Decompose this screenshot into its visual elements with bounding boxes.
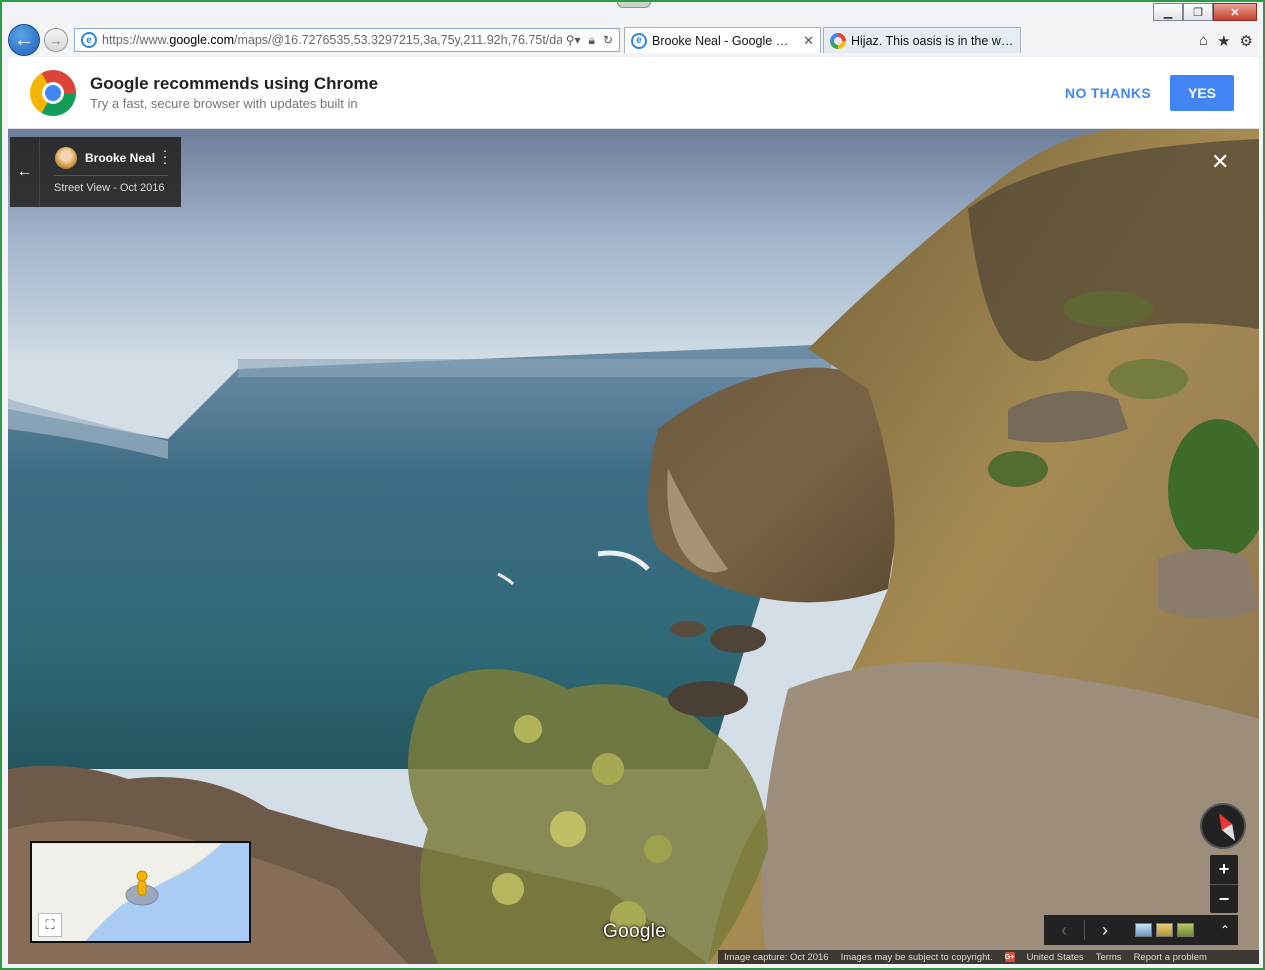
photo-strip: ‹ › ⌃ [1044, 915, 1238, 945]
tab-close-icon[interactable]: ✕ [797, 33, 814, 49]
toolbar-icons: ⌂ ★ ⚙ [1199, 32, 1253, 50]
refresh-icon[interactable]: ↻ [603, 33, 613, 48]
image-capture-date: Image capture: Oct 2016 [724, 951, 829, 963]
fullscreen-icon[interactable]: ⛶ [38, 913, 62, 937]
minimap[interactable]: ⛶ [30, 841, 251, 943]
promo-title: Google recommends using Chrome [90, 74, 379, 93]
ie-tab-icon: e [631, 32, 647, 49]
minimize-button[interactable]: ▁ [1153, 3, 1183, 21]
compass-icon[interactable] [1200, 803, 1246, 849]
url-domain: google.com [169, 33, 235, 47]
panel-divider [54, 175, 168, 176]
report-problem-link[interactable]: Report a problem [1134, 952, 1207, 963]
region-link[interactable]: United States [1027, 952, 1084, 963]
photo-thumbnail[interactable] [1156, 923, 1173, 937]
more-vert-icon[interactable]: · · · [160, 143, 170, 169]
close-window-button[interactable]: ✕ [1213, 3, 1257, 21]
forward-button[interactable]: → [44, 28, 68, 52]
photo-thumbnail[interactable] [1177, 923, 1194, 937]
back-arrow-icon: ← [16, 163, 33, 180]
street-view-date: Street View - Oct 2016 [54, 182, 165, 194]
forward-arrow-icon: → [49, 32, 63, 48]
url-text[interactable]: https://www.google.com/maps/@16.7276535,… [102, 33, 562, 47]
window-notch [617, 2, 651, 8]
yes-button[interactable]: YES [1170, 75, 1234, 111]
maximize-button[interactable]: ❐ [1183, 3, 1213, 21]
google-tab-icon [830, 32, 846, 49]
terms-link[interactable]: Terms [1096, 952, 1122, 963]
address-bar[interactable]: e https://www.google.com/maps/@16.727653… [74, 28, 620, 52]
google-logo: Google [603, 921, 667, 942]
gear-icon[interactable]: ⚙ [1240, 32, 1253, 50]
expand-up-icon[interactable]: ⌃ [1220, 923, 1230, 937]
tab-hijaz[interactable]: Hijaz. This oasis is in the wadi ... [823, 27, 1021, 53]
ie-page-icon: e [81, 32, 97, 48]
close-icon[interactable]: ✕ [1211, 149, 1229, 175]
map-footer: Image capture: Oct 2016 Images may be su… [718, 950, 1259, 964]
prev-photo-icon[interactable]: ‹ [1044, 920, 1084, 941]
contributor-name[interactable]: Brooke Neal [85, 151, 155, 165]
lock-icon[interactable]: 🔒︎ [589, 33, 595, 48]
browser-window: ▁ ❐ ✕ ← → e https://www.google.com/maps/… [0, 0, 1265, 970]
url-path: /maps/@16.7276535,53.3297215,3a,75y,211.… [234, 33, 562, 47]
home-icon[interactable]: ⌂ [1199, 32, 1208, 50]
minimap-image [32, 843, 223, 941]
contributor-panel: ← Brooke Neal · · · Street View - Oct 2016 [10, 137, 181, 207]
search-icon[interactable]: ⚲▾ [566, 33, 581, 48]
zoom-out-button[interactable]: − [1210, 885, 1238, 914]
tab-label: Hijaz. This oasis is in the wadi ... [851, 33, 1014, 48]
compass-needle-tail [1221, 824, 1241, 844]
navigation-row: ← → e https://www.google.com/maps/@16.72… [8, 24, 1258, 56]
photo-thumbnail[interactable] [1135, 923, 1152, 937]
tab-brooke-neal-maps[interactable]: e Brooke Neal - Google Maps ✕ [624, 27, 821, 53]
chrome-promo-banner: Google recommends using Chrome Try a fas… [8, 57, 1259, 129]
avatar[interactable] [55, 147, 77, 169]
window-controls: ▁ ❐ ✕ [1153, 3, 1257, 21]
star-icon[interactable]: ★ [1217, 32, 1230, 50]
sv-back-button[interactable]: ← [10, 137, 40, 207]
back-button[interactable]: ← [8, 24, 40, 56]
zoom-in-button[interactable]: + [1210, 855, 1238, 884]
next-photo-icon[interactable]: › [1085, 920, 1125, 941]
street-view-panorama[interactable] [8, 129, 1259, 964]
chrome-logo-icon [30, 70, 76, 116]
url-prefix: https://www. [102, 33, 170, 47]
no-thanks-button[interactable]: NO THANKS [1056, 75, 1160, 111]
back-arrow-icon: ← [14, 28, 34, 51]
copyright-notice: Images may be subject to copyright. [840, 951, 993, 963]
tab-label: Brooke Neal - Google Maps [652, 33, 798, 48]
panorama-image [8, 129, 1259, 964]
promo-subtitle: Try a fast, secure browser with updates … [90, 96, 358, 111]
page-content: Google recommends using Chrome Try a fas… [8, 57, 1259, 964]
google-plus-icon[interactable]: G+ [1004, 952, 1015, 962]
zoom-control: + − [1210, 855, 1238, 913]
